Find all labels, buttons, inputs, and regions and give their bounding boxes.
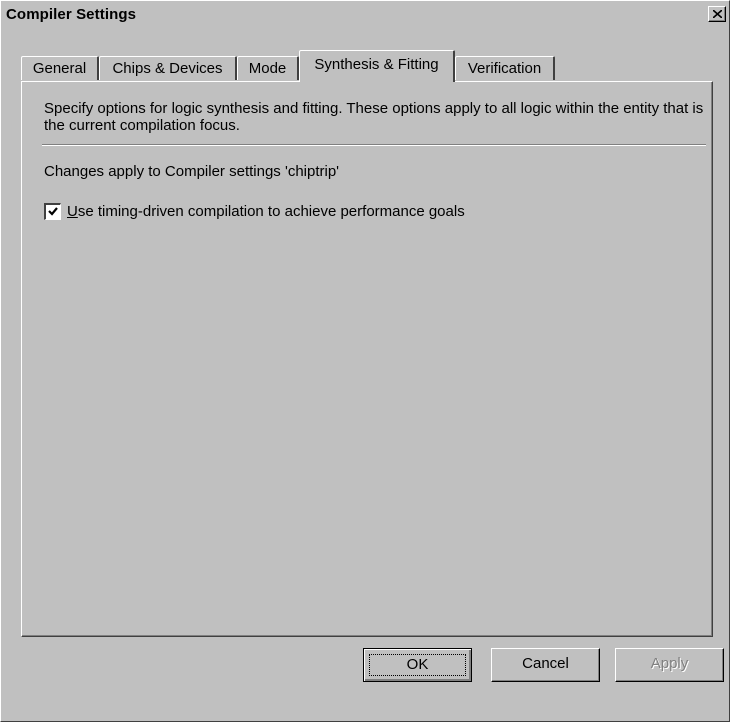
- tab-label: Synthesis & Fitting: [314, 56, 439, 73]
- timing-driven-checkbox[interactable]: [44, 203, 61, 220]
- cancel-button[interactable]: Cancel: [491, 648, 600, 682]
- compiler-settings-dialog: Compiler Settings General Chips & Device…: [0, 0, 730, 722]
- tab-verification[interactable]: Verification: [455, 56, 555, 80]
- close-button[interactable]: [708, 6, 726, 22]
- focus-rect: OK: [369, 654, 466, 676]
- timing-driven-label[interactable]: Use timing-driven compilation to achieve…: [67, 203, 465, 220]
- synthesis-fitting-panel: Specify options for logic synthesis and …: [21, 81, 713, 637]
- dialog-title: Compiler Settings: [6, 6, 137, 23]
- tab-general[interactable]: General: [21, 56, 99, 80]
- tab-label: Mode: [248, 60, 287, 77]
- tab-label: Verification: [467, 60, 542, 77]
- checkmark-icon: [48, 207, 58, 216]
- tab-chips-devices[interactable]: Chips & Devices: [99, 56, 237, 80]
- divider: [42, 144, 706, 146]
- tab-label: General: [32, 60, 87, 77]
- apply-button[interactable]: Apply: [615, 648, 724, 682]
- title-bar: Compiler Settings: [3, 3, 727, 27]
- ok-button[interactable]: OK: [363, 648, 472, 682]
- timing-driven-option[interactable]: Use timing-driven compilation to achieve…: [44, 203, 465, 220]
- changes-apply-text: Changes apply to Compiler settings 'chip…: [44, 163, 340, 180]
- tab-synthesis-fitting[interactable]: Synthesis & Fitting: [299, 50, 455, 82]
- cancel-label: Cancel: [522, 655, 569, 672]
- panel-description: Specify options for logic synthesis and …: [44, 100, 704, 134]
- close-icon: [713, 10, 722, 18]
- ok-label: OK: [406, 656, 429, 673]
- tab-label: Chips & Devices: [112, 60, 223, 77]
- tab-mode[interactable]: Mode: [237, 56, 299, 80]
- apply-label: Apply: [650, 655, 689, 672]
